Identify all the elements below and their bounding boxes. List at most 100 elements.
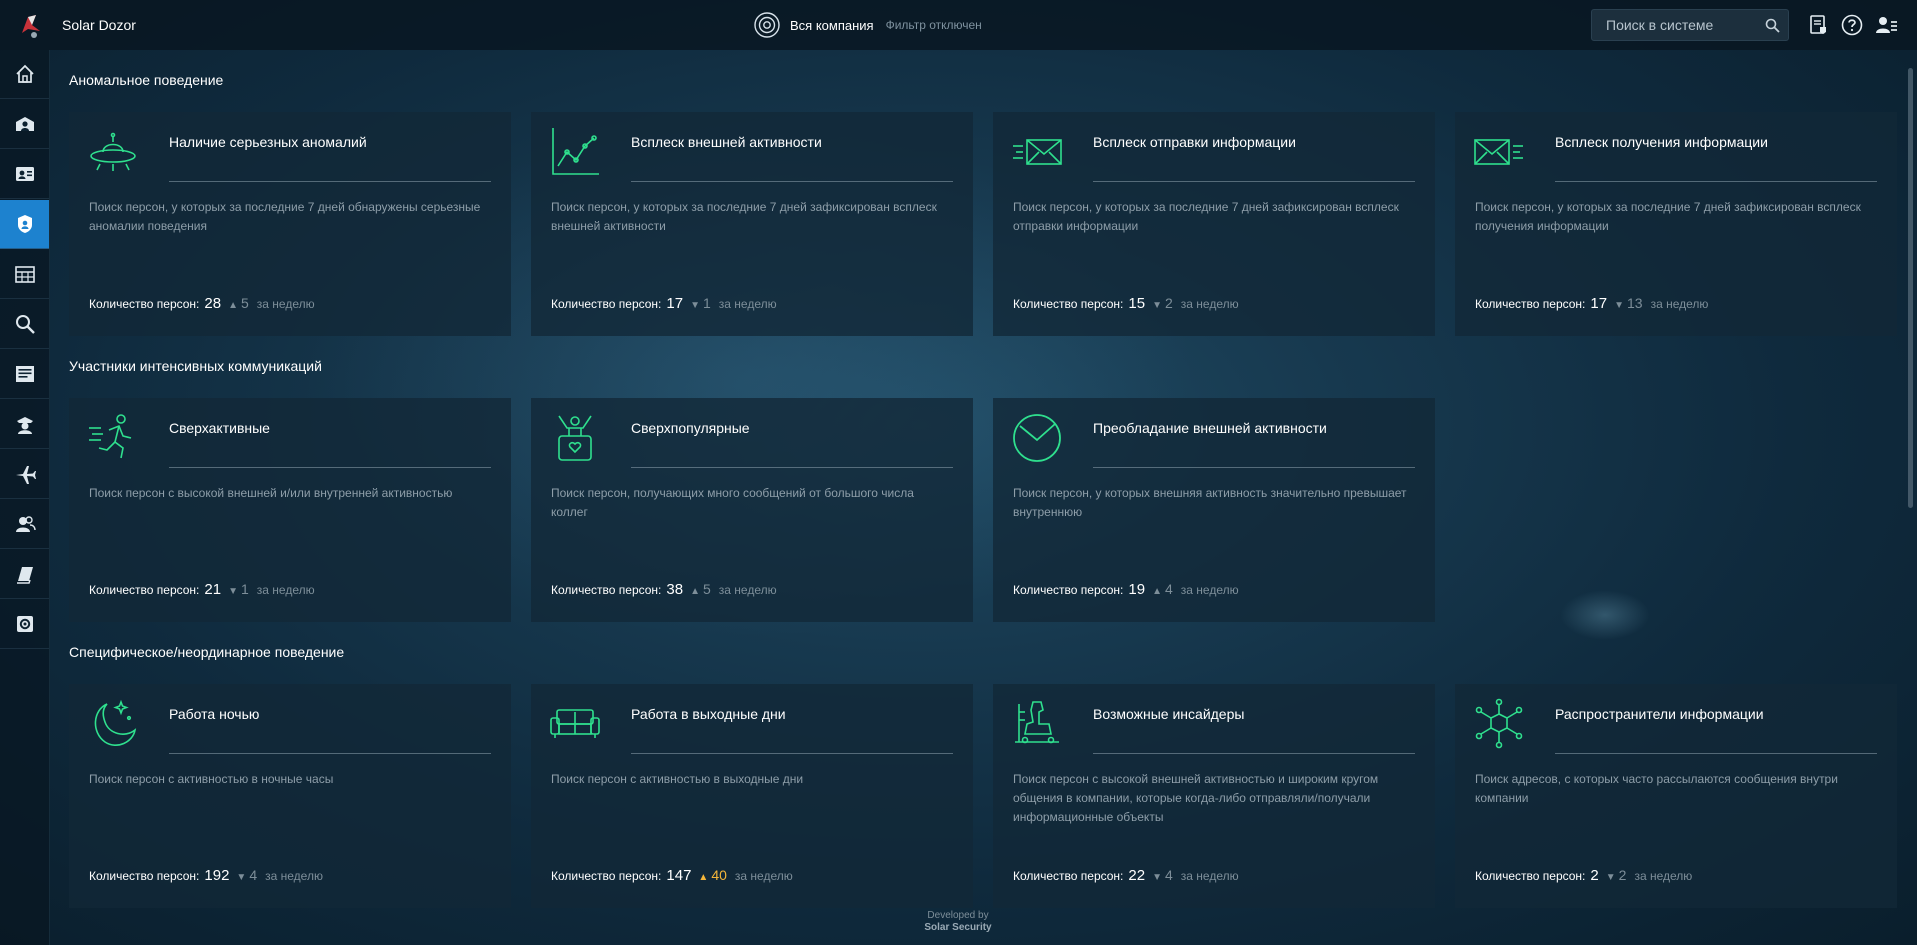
card-title: Возможные инсайдеры xyxy=(1093,706,1245,722)
card-sending-spike[interactable]: Всплеск отправки информации Поиск персон… xyxy=(993,112,1435,336)
card-description: Поиск персон, у которых за последние 7 д… xyxy=(551,200,937,233)
period-label: за неделю xyxy=(256,583,315,597)
count-label: Количество персон: xyxy=(1475,297,1586,311)
delta-value: 13 xyxy=(1626,295,1643,311)
card-divider xyxy=(631,467,953,468)
card-footer: Количество персон: 2 ▼ 2 за неделю xyxy=(1475,867,1692,884)
card-footer: Количество персон: 17 ▼ 1 за неделю xyxy=(551,295,777,312)
card-weekend-work[interactable]: Работа в выходные дни Поиск персон с акт… xyxy=(531,684,973,908)
search-icon[interactable] xyxy=(1765,18,1780,33)
search-input[interactable] xyxy=(1592,10,1758,40)
sidebar xyxy=(0,50,50,945)
card-footer: Количество персон: 147 ▲ 40 за неделю xyxy=(551,867,793,884)
sidebar-item-agents[interactable] xyxy=(0,400,49,449)
card-external-activity-spike[interactable]: Всплеск внешней активности Поиск персон,… xyxy=(531,112,973,336)
trend-down-icon: ▼ xyxy=(1152,300,1162,311)
vertical-scrollbar[interactable] xyxy=(1908,68,1913,508)
card-receiving-spike[interactable]: Всплеск получения информации Поиск персо… xyxy=(1455,112,1897,336)
weekly-delta: ▼ 2 xyxy=(1152,295,1173,311)
app-title[interactable]: Solar Dozor xyxy=(62,17,136,33)
card-divider xyxy=(631,181,953,182)
solar-logo-icon[interactable] xyxy=(14,11,44,39)
weekly-delta: ▼ 1 xyxy=(228,581,249,597)
count-label: Количество персон: xyxy=(1013,297,1124,311)
document-shield-icon[interactable] xyxy=(1806,13,1830,37)
card-serious-anomalies[interactable]: Наличие серьезных аномалий Поиск персон,… xyxy=(69,112,511,336)
count-label: Количество персон: xyxy=(551,583,662,597)
sidebar-item-home[interactable] xyxy=(0,50,49,99)
weekly-delta: ▲ 4 xyxy=(1152,581,1173,597)
sidebar-item-persons[interactable] xyxy=(0,150,49,199)
sidebar-item-travel[interactable] xyxy=(0,450,49,499)
card-description: Поиск адресов, с которых часто рассылают… xyxy=(1475,772,1838,805)
delta-value: 5 xyxy=(240,295,249,311)
user-menu-icon[interactable] xyxy=(1874,13,1898,37)
filter-status: Фильтр отключен xyxy=(885,18,982,32)
card-footer: Количество персон: 15 ▼ 2 за неделю xyxy=(1013,295,1239,312)
period-label: за неделю xyxy=(1650,297,1709,311)
card-divider xyxy=(169,467,491,468)
sidebar-item-calendar[interactable] xyxy=(0,250,49,299)
book-icon xyxy=(16,567,33,584)
developer-credit: Developed by Solar Security xyxy=(922,910,994,934)
calendar-table-icon xyxy=(14,266,35,283)
card-description: Поиск персон с высокой внешней и/или вну… xyxy=(89,486,453,500)
weekly-delta: ▼ 1 xyxy=(690,295,711,311)
count-label: Количество персон: xyxy=(1013,583,1124,597)
trend-down-icon: ▼ xyxy=(1605,872,1616,883)
delta-value: 1 xyxy=(240,581,249,597)
card-title: Всплеск внешней активности xyxy=(631,134,822,150)
trend-down-icon: ▼ xyxy=(236,872,247,883)
sidebar-item-dictionaries[interactable] xyxy=(0,550,49,599)
card-footer: Количество персон: 192 ▼ 4 за неделю xyxy=(89,867,323,884)
period-label: за неделю xyxy=(1180,297,1239,311)
trend-down-icon: ▼ xyxy=(1152,872,1162,883)
card-title: Распространители информации xyxy=(1555,706,1764,722)
card-description: Поиск персон с активностью в ночные часы xyxy=(89,772,334,786)
sidebar-item-search[interactable] xyxy=(0,300,49,349)
card-hyperpopular[interactable]: Сверхпопулярные Поиск персон, получающих… xyxy=(531,398,973,622)
card-title: Всплеск отправки информации xyxy=(1093,134,1296,150)
weekly-delta: ▼ 2 xyxy=(1606,867,1627,883)
sidebar-item-reports[interactable] xyxy=(0,350,49,399)
card-hyperactive[interactable]: Сверхактивные Поиск персон с высокой вне… xyxy=(69,398,511,622)
card-footer: Количество персон: 17 ▼ 13 за неделю xyxy=(1475,295,1708,312)
card-night-work[interactable]: Работа ночью Поиск персон с активностью … xyxy=(69,684,511,908)
scope-selector[interactable]: Вся компания Фильтр отключен xyxy=(754,12,982,38)
card-description: Поиск персон, у которых за последние 7 д… xyxy=(89,200,481,233)
behavior-icon xyxy=(17,215,32,233)
trend-down-icon: ▼ xyxy=(228,586,238,597)
sidebar-item-organization[interactable] xyxy=(0,100,49,149)
trend-down-icon: ▼ xyxy=(1614,300,1624,311)
period-label: за неделю xyxy=(1180,869,1239,883)
person-count: 28 xyxy=(204,295,222,312)
help-icon[interactable] xyxy=(1840,13,1864,37)
card-info-distributors[interactable]: Распространители информации Поиск адресо… xyxy=(1455,684,1897,908)
card-title: Работа в выходные дни xyxy=(631,706,786,722)
card-divider xyxy=(169,181,491,182)
sidebar-item-settings[interactable] xyxy=(0,600,49,649)
sidebar-item-groups[interactable] xyxy=(0,500,49,549)
send-mail-icon xyxy=(1013,139,1062,165)
period-label: за неделю xyxy=(718,583,777,597)
section-title-unusual-behavior: Специфическое/неординарное поведение xyxy=(69,644,345,660)
receive-mail-icon xyxy=(1474,139,1523,165)
card-description: Поиск персон с высокой внешней активност… xyxy=(1013,772,1379,824)
card-description: Поиск персон, у которых внешняя активнос… xyxy=(1013,486,1407,519)
scope-label: Вся компания xyxy=(790,17,874,33)
weekly-delta: ▼ 4 xyxy=(236,867,257,883)
delta-value: 2 xyxy=(1618,867,1627,883)
card-divider xyxy=(1555,181,1877,182)
card-external-dominance[interactable]: Преобладание внешней активности Поиск пе… xyxy=(993,398,1435,622)
moon-icon xyxy=(94,699,137,746)
sidebar-item-behavior[interactable] xyxy=(0,200,49,249)
count-label: Количество персон: xyxy=(1475,869,1586,883)
section-title-intensive-communication: Участники интенсивных коммуникаций xyxy=(69,358,322,374)
delta-value: 2 xyxy=(1164,295,1173,311)
weekly-delta: ▼ 13 xyxy=(1614,295,1642,311)
period-label: за неделю xyxy=(734,869,793,883)
period-label: за неделю xyxy=(256,297,315,311)
card-possible-insiders[interactable]: Возможные инсайдеры Поиск персон с высок… xyxy=(993,684,1435,908)
trend-down-icon: ▼ xyxy=(690,300,700,311)
trend-up-icon: ▲ xyxy=(690,586,700,597)
